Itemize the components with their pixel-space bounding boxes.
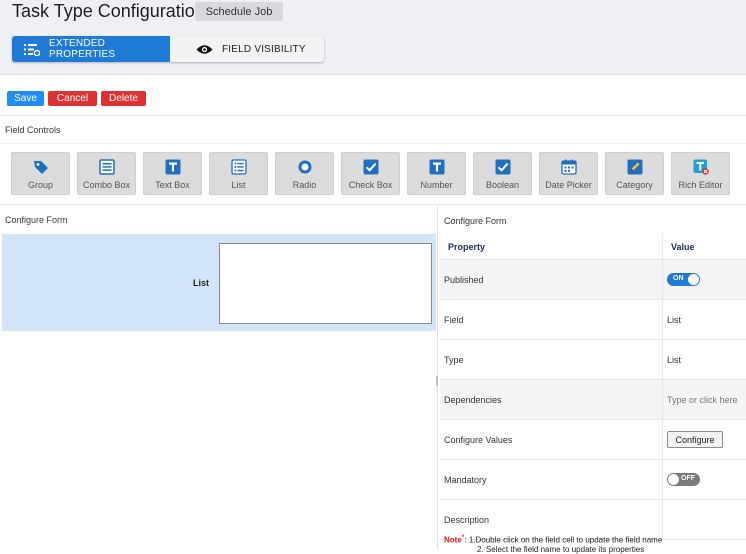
tab-field-visibility-label: FIELD VISIBILITY [222, 43, 306, 55]
property-label: Field [444, 314, 464, 325]
field-controls-palette: Group Combo Box Text Box List Radio Chec… [11, 152, 730, 195]
page-title: Task Type Configuration [12, 1, 205, 21]
form-list-field[interactable] [219, 243, 432, 324]
property-label: Configure Values [444, 434, 513, 445]
control-combo-box[interactable]: Combo Box [77, 152, 136, 195]
note-line-1: : 1.Double click on the field cell to up… [464, 535, 663, 545]
control-text-box[interactable]: Text Box [143, 152, 202, 195]
form-field-label[interactable]: List [193, 278, 209, 288]
type-value-cell: List [662, 340, 746, 379]
eye-icon [196, 44, 213, 55]
list-icon [230, 159, 247, 175]
note-line-2: 2. Select the field name to update its p… [477, 545, 645, 554]
toggle-knob [688, 274, 699, 285]
tag-icon [33, 159, 49, 175]
column-property: Property [448, 241, 486, 252]
checkbox-icon [363, 159, 379, 175]
control-label: Check Box [348, 180, 393, 190]
divider [0, 143, 746, 144]
delete-button[interactable]: Delete [101, 91, 146, 106]
control-label: Boolean [485, 180, 520, 190]
tab-field-visibility[interactable]: FIELD VISIBILITY [170, 36, 324, 62]
control-label: Group [27, 180, 53, 190]
schedule-job-button[interactable]: Schedule Job [195, 2, 283, 21]
control-group[interactable]: Group [11, 152, 70, 195]
control-number[interactable]: Number [407, 152, 466, 195]
toggle-knob [668, 474, 679, 485]
description-input[interactable] [662, 500, 746, 539]
toggle-text: ON [673, 275, 684, 282]
divider [0, 115, 746, 116]
property-row-dependencies: Dependencies Type or click here [440, 380, 746, 420]
control-check-box[interactable]: Check Box [341, 152, 400, 195]
rich-editor-icon [693, 159, 709, 175]
control-label: Combo Box [82, 180, 131, 190]
control-boolean[interactable]: Boolean [473, 152, 532, 195]
property-value: OFF [662, 460, 746, 499]
tab-bar: EXTENDED PROPERTIES FIELD VISIBILITY [12, 36, 324, 62]
control-category[interactable]: Category [605, 152, 664, 195]
property-label: Mandatory [444, 474, 487, 485]
column-value: Value [662, 234, 746, 259]
property-label: Published [444, 274, 484, 285]
help-note: Note*: 1.Double click on the field cell … [444, 534, 662, 545]
combo-box-icon [98, 159, 115, 175]
note-label: Note [444, 535, 462, 545]
property-row-published: Published ON [440, 260, 746, 300]
property-label: Dependencies [444, 394, 502, 405]
calendar-icon [560, 159, 577, 175]
toggle-text: OFF [681, 475, 695, 482]
control-list[interactable]: List [209, 152, 268, 195]
cancel-button[interactable]: Cancel [48, 91, 97, 106]
property-row-mandatory: Mandatory OFF [440, 460, 746, 500]
published-toggle[interactable]: ON [667, 273, 700, 286]
property-value: ON [662, 260, 746, 299]
property-row-configure-values: Configure Values Configure [440, 420, 746, 460]
configure-button[interactable]: Configure [667, 431, 723, 448]
table-header: Property Value [440, 234, 746, 260]
control-label: Number [420, 180, 453, 190]
control-label: Date Picker [545, 180, 592, 190]
divider [0, 204, 746, 205]
control-date-picker[interactable]: Date Picker [539, 152, 598, 195]
configure-form-heading: Configure Form [5, 215, 68, 225]
tab-extended-properties[interactable]: EXTENDED PROPERTIES [12, 36, 170, 62]
property-label: Type [444, 354, 464, 365]
control-label: Radio [292, 180, 317, 190]
property-value: Configure [662, 420, 746, 459]
properties-heading: Configure Form [444, 216, 507, 226]
control-label: Rich Editor [678, 180, 723, 190]
action-bar: Save Cancel Delete [7, 91, 146, 106]
list-settings-icon [24, 43, 40, 56]
control-radio[interactable]: Radio [275, 152, 334, 195]
text-t-icon [165, 159, 181, 175]
property-row-type: Type List [440, 340, 746, 380]
mandatory-toggle[interactable]: OFF [667, 473, 700, 486]
control-label: Category [616, 180, 653, 190]
dependencies-input[interactable]: Type or click here [662, 380, 746, 419]
splitter-handle[interactable] [436, 376, 438, 386]
property-row-field: Field List [440, 300, 746, 340]
control-label: Text Box [155, 180, 190, 190]
radio-icon [297, 159, 313, 175]
category-pencil-icon [627, 159, 643, 175]
control-rich-editor[interactable]: Rich Editor [671, 152, 730, 195]
control-label: List [231, 180, 246, 190]
boolean-check-icon [495, 159, 511, 175]
tab-extended-properties-label: EXTENDED PROPERTIES [49, 38, 116, 60]
field-value-cell[interactable]: List [662, 300, 746, 339]
page-header: Task Type Configuration Schedule Job EXT… [0, 0, 746, 75]
field-controls-heading: Field Controls [5, 125, 61, 135]
number-t-icon [429, 159, 445, 175]
save-button[interactable]: Save [7, 91, 44, 106]
properties-table: Property Value Published ON Field List T… [440, 234, 746, 540]
